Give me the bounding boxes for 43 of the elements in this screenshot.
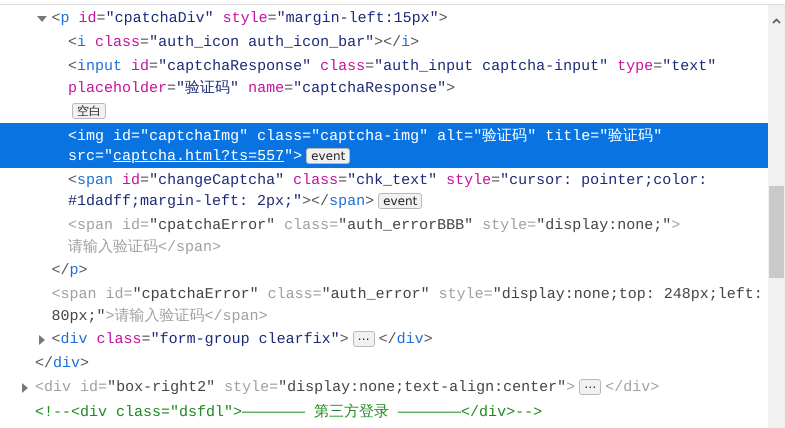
code-line: <span id="cpatchaError" class="auth_error" style="display:none;top: 248px;left: [52,286,763,302]
scrollbar-thumb[interactable] [769,186,784,278]
code-line: <i class="auth_icon auth_icon_bar"></i> [68,34,420,50]
code-line: <input id="captchaResponse" class="auth_input captcha-input" type="text" [68,58,716,74]
dom-node-row[interactable]: </div> [0,351,768,375]
dom-node-row[interactable]: <div id="box-right2" style="display:none;text-align:center"> ⋯ </div> [0,375,768,399]
code-line: </div> [378,330,433,348]
dom-node-row[interactable]: <input id="captchaResponse" class="auth_input captcha-input" type="text" placeholder="验证码" name="captchaResponse"> [0,54,768,99]
dom-node-row[interactable]: </p> [0,258,768,282]
scrollbar[interactable] [768,5,785,428]
code-line: <span id="cpatchaError" class="auth_errorBBB" style="display:none;"> [68,216,680,234]
dom-node-row[interactable]: 空白 [0,99,768,123]
dom-node-row[interactable]: <span id="cpatchaError" class="auth_error" style="display:none;top: 248px;left: 80px;">请输入验证码</span> [0,282,768,327]
code-line: <div id="box-right2" style="display:none;text-align:center"> [35,378,576,396]
expanded-triangle-icon[interactable] [36,14,46,24]
code-line: </p> [52,262,88,278]
dom-node-row[interactable]: <div class="form-group clearfix"> ⋯ </div> [0,327,768,351]
code-line: </div> [605,378,660,396]
collapsed-triangle-icon[interactable] [20,382,30,392]
dom-node-row[interactable]: <i class="auth_icon auth_icon_bar"></i> [0,30,768,54]
code-line: <span id="changeCaptcha" class="chk_text" style="cursor: pointer;color: [68,172,708,188]
badge-button[interactable]: event [306,148,350,164]
dom-node-row[interactable]: <span id="changeCaptcha" class="chk_text" style="cursor: pointer;color: #1dadff;margin-left: 2px;"></span> event [0,168,768,213]
dom-node-row[interactable]: <!--<div class="dsfdl">——————— 第三方登录 ———————</div>--> [0,399,768,423]
code-line: #1dadff;margin-left: 2px;"></span> [68,192,374,210]
code-line: 请输入验证码</span> [68,238,222,256]
code-line: <!--<div class="dsfdl">——————— 第三方登录 ———————</div>--> [35,402,542,420]
code-line: <img id="captchaImg" class="captcha-img" alt="验证码" title="验证码" [68,126,662,144]
code-line: <div class="form-group clearfix"> [52,330,349,348]
dom-node-row[interactable]: <img id="captchaImg" class="captcha-img" alt="验证码" title="验证码" src="captcha.html?ts=557"> event [0,123,768,168]
badge-button[interactable]: 空白 [72,103,106,119]
code-line: placeholder="验证码" name="captchaResponse"> [68,78,456,96]
collapsed-triangle-icon[interactable] [36,334,46,344]
badge-button[interactable]: ⋯ [352,331,375,347]
code-line: 80px;">请输入验证码</span> [52,306,268,324]
scroll-up-icon[interactable] [772,18,781,24]
code-line: src="captcha.html?ts=557"> [68,148,302,164]
badge-button[interactable]: event [378,193,422,209]
badge-button[interactable]: ⋯ [579,379,602,395]
code-line: <p id="cpatchaDiv" style="margin-left:15px"> [52,10,448,26]
code-line: </div> [35,354,90,372]
dom-node-row[interactable]: <span id="cpatchaError" class="auth_errorBBB" style="display:none;"> 请输入验证码</span> [0,213,768,258]
dom-node-row[interactable]: <p id="cpatchaDiv" style="margin-left:15px"> [0,6,768,30]
